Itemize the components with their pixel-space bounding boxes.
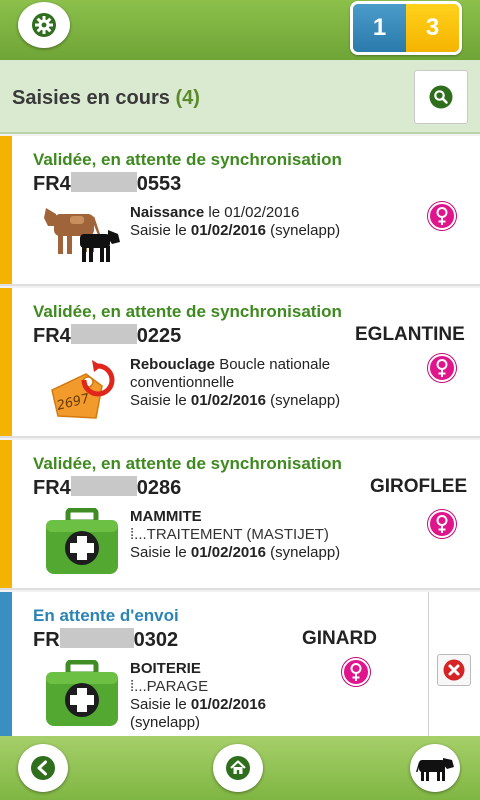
status-bar	[0, 440, 12, 588]
status-text: Validée, en attente de synchronisation	[33, 454, 342, 473]
female-icon	[428, 510, 456, 538]
status-text: En attente d'envoi	[33, 606, 179, 625]
list-item[interactable]: Validée, en attente de synchronisation F…	[0, 288, 480, 438]
event-type: Naissance	[130, 204, 205, 221]
event-description: Naissance le 01/02/2016 Saisie le 01/02/…	[130, 204, 390, 240]
animal-name: GIROFLEE	[370, 476, 468, 497]
saisie-date: 01/02/2016	[190, 544, 266, 561]
page-title-text: Saisies en cours	[12, 87, 170, 109]
ear-number: FR4 0553	[33, 172, 181, 196]
counter-validated[interactable]: 3	[406, 4, 459, 52]
home-button[interactable]	[213, 744, 263, 792]
ear-suffix: 0225	[136, 325, 182, 347]
event-description: BOITERIE ⁞...PARAGE Saisie le 01/02/2016…	[130, 660, 300, 732]
list-item[interactable]: En attente d'envoi FR 0302 GINARD BOITERI…	[0, 592, 480, 736]
female-icon	[342, 658, 370, 686]
saisie-user: (synelapp)	[265, 392, 341, 409]
saisie-date: 01/02/2016	[190, 392, 266, 409]
saisie-prefix: Saisie le	[130, 392, 191, 409]
status-bar	[0, 288, 12, 436]
delete-button[interactable]	[437, 654, 471, 686]
ear-suffix: 0553	[136, 173, 182, 195]
female-icon	[428, 202, 456, 230]
saisie-date: 01/02/2016	[190, 222, 266, 239]
ear-prefix: FR4	[33, 477, 71, 499]
event-type: BOITERIE	[130, 660, 201, 677]
gear-icon	[32, 13, 56, 37]
sync-counter[interactable]: 1 3	[350, 1, 462, 55]
event-description: MAMMITE ⁞...TRAITEMENT (MASTIJET) Saisie…	[130, 508, 390, 562]
ear-suffix: 0286	[136, 477, 182, 499]
ear-mask	[70, 476, 137, 496]
ear-prefix: FR4	[33, 325, 71, 347]
list-item[interactable]: Validée, en attente de synchronisation F…	[0, 440, 480, 590]
back-button[interactable]	[18, 744, 68, 792]
bottom-bar	[0, 736, 480, 800]
delete-column	[428, 592, 480, 736]
saisie-user: (synelapp)	[130, 714, 201, 731]
event-sub: ⁞...TRAITEMENT (MASTIJET)	[130, 526, 329, 543]
animal-name: GINARD	[302, 628, 377, 649]
page-title: Saisies en cours (4)	[12, 87, 200, 110]
counter-pending[interactable]: 1	[353, 4, 406, 52]
arrow-left-icon	[31, 756, 55, 780]
top-bar: 1 3	[0, 0, 480, 60]
ear-number: FR4 0225	[33, 324, 181, 348]
status-bar	[0, 136, 12, 284]
cow-icon	[416, 758, 454, 781]
ear-prefix: FR4	[33, 173, 71, 195]
entries-list: Validée, en attente de synchronisation F…	[0, 136, 480, 736]
saisie-date: 01/02/2016	[190, 696, 266, 713]
list-item[interactable]: Validée, en attente de synchronisation F…	[0, 136, 480, 286]
animal-name: EGLANTINE	[355, 324, 465, 345]
medical-kit-icon	[40, 659, 124, 726]
animal-button[interactable]	[410, 744, 460, 792]
medical-kit-icon	[40, 507, 124, 574]
event-type: Rebouclage	[130, 356, 216, 373]
ear-number: FR 0302	[33, 628, 178, 652]
ear-prefix: FR	[33, 629, 60, 651]
event-sub: ⁞...PARAGE	[130, 678, 209, 695]
ear-mask	[70, 172, 137, 192]
status-text: Validée, en attente de synchronisation	[33, 302, 342, 321]
female-icon	[428, 354, 456, 382]
saisie-prefix: Saisie le	[130, 222, 191, 239]
status-bar	[0, 592, 12, 736]
settings-button[interactable]	[18, 2, 70, 48]
home-icon	[226, 756, 250, 780]
ear-number: FR4 0286	[33, 476, 181, 500]
ear-mask	[59, 628, 134, 648]
event-detail: le 01/02/2016	[204, 204, 300, 221]
saisie-user: (synelapp)	[265, 222, 341, 239]
app-root: 1 3 Saisies en cours (4) Validée, en att…	[0, 0, 480, 800]
close-icon	[443, 659, 465, 681]
event-description: Rebouclage Boucle nationale conventionne…	[130, 356, 390, 410]
ear-suffix: 0302	[133, 629, 179, 651]
cow-calf-icon	[40, 204, 124, 270]
saisie-prefix: Saisie le	[130, 696, 191, 713]
event-type: MAMMITE	[130, 508, 202, 525]
saisie-user: (synelapp)	[265, 544, 341, 561]
title-bar: Saisies en cours (4)	[0, 60, 480, 134]
ear-mask	[70, 324, 137, 344]
page-title-count: (4)	[175, 87, 200, 109]
ear-tag-icon: 2697	[40, 356, 124, 422]
status-text: Validée, en attente de synchronisation	[33, 150, 342, 169]
search-icon	[429, 85, 453, 109]
search-button[interactable]	[414, 70, 468, 124]
saisie-prefix: Saisie le	[130, 544, 191, 561]
